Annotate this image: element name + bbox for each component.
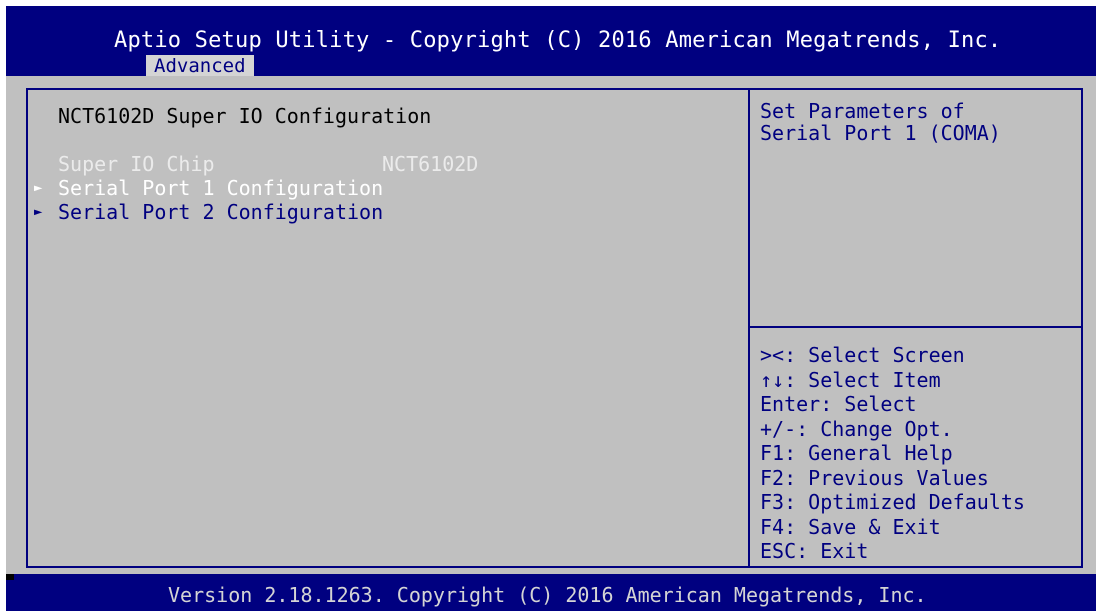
help-description: Set Parameters of Serial Port 1 (COMA): [760, 99, 1001, 145]
version-text: Version 2.18.1263. Copyright (C) 2016 Am…: [168, 583, 927, 607]
menu-item-label: Serial Port 2 Configuration: [58, 200, 384, 224]
footer-bar: Version 2.18.1263. Copyright (C) 2016 Am…: [6, 574, 1096, 611]
tab-advanced[interactable]: Advanced: [146, 55, 254, 77]
submenu-arrow-icon: ►: [34, 204, 43, 220]
key-esc-exit: ESC: Exit: [760, 539, 869, 563]
key-optimized-defaults: F3: Optimized Defaults: [760, 490, 1025, 514]
cursor-mark: [6, 574, 14, 580]
settings-pane: NCT6102D Super IO Configuration Super IO…: [28, 90, 746, 566]
key-select-item: ↑↓: Select Item: [760, 367, 941, 392]
key-general-help: F1: General Help: [760, 441, 953, 465]
app-title: Aptio Setup Utility - Copyright (C) 2016…: [114, 28, 1002, 53]
key-select-screen: ><: Select Screen: [760, 343, 965, 367]
key-previous-values: F2: Previous Values: [760, 465, 989, 490]
key-legend: ><: Select Screen ↑↓: Select Item Enter:…: [760, 343, 1080, 564]
section-title: NCT6102D Super IO Configuration: [58, 104, 432, 128]
setting-value: NCT6102D: [382, 152, 479, 176]
key-change-opt: +/-: Change Opt.: [760, 416, 953, 441]
submenu-arrow-icon: ►: [34, 180, 43, 196]
main-panel: NCT6102D Super IO Configuration Super IO…: [6, 76, 1096, 574]
title-bar: Aptio Setup Utility - Copyright (C) 2016…: [6, 6, 1096, 77]
vertical-divider: [748, 90, 750, 566]
setting-row-super-io-chip: Super IO Chip NCT6102D: [28, 152, 478, 176]
help-pane: Set Parameters of Serial Port 1 (COMA) >…: [752, 90, 1081, 566]
menu-item-serial-port-2[interactable]: ► Serial Port 2 Configuration: [28, 200, 383, 224]
key-save-exit: F4: Save & Exit: [760, 514, 941, 539]
menu-item-label: Serial Port 1 Configuration: [58, 176, 384, 200]
key-enter-select: Enter: Select: [760, 392, 917, 416]
bios-screen: Aptio Setup Utility - Copyright (C) 2016…: [6, 6, 1096, 611]
setting-label: Super IO Chip: [58, 152, 215, 176]
menu-item-serial-port-1[interactable]: ► Serial Port 1 Configuration: [28, 176, 383, 200]
main-frame: NCT6102D Super IO Configuration Super IO…: [26, 88, 1083, 568]
